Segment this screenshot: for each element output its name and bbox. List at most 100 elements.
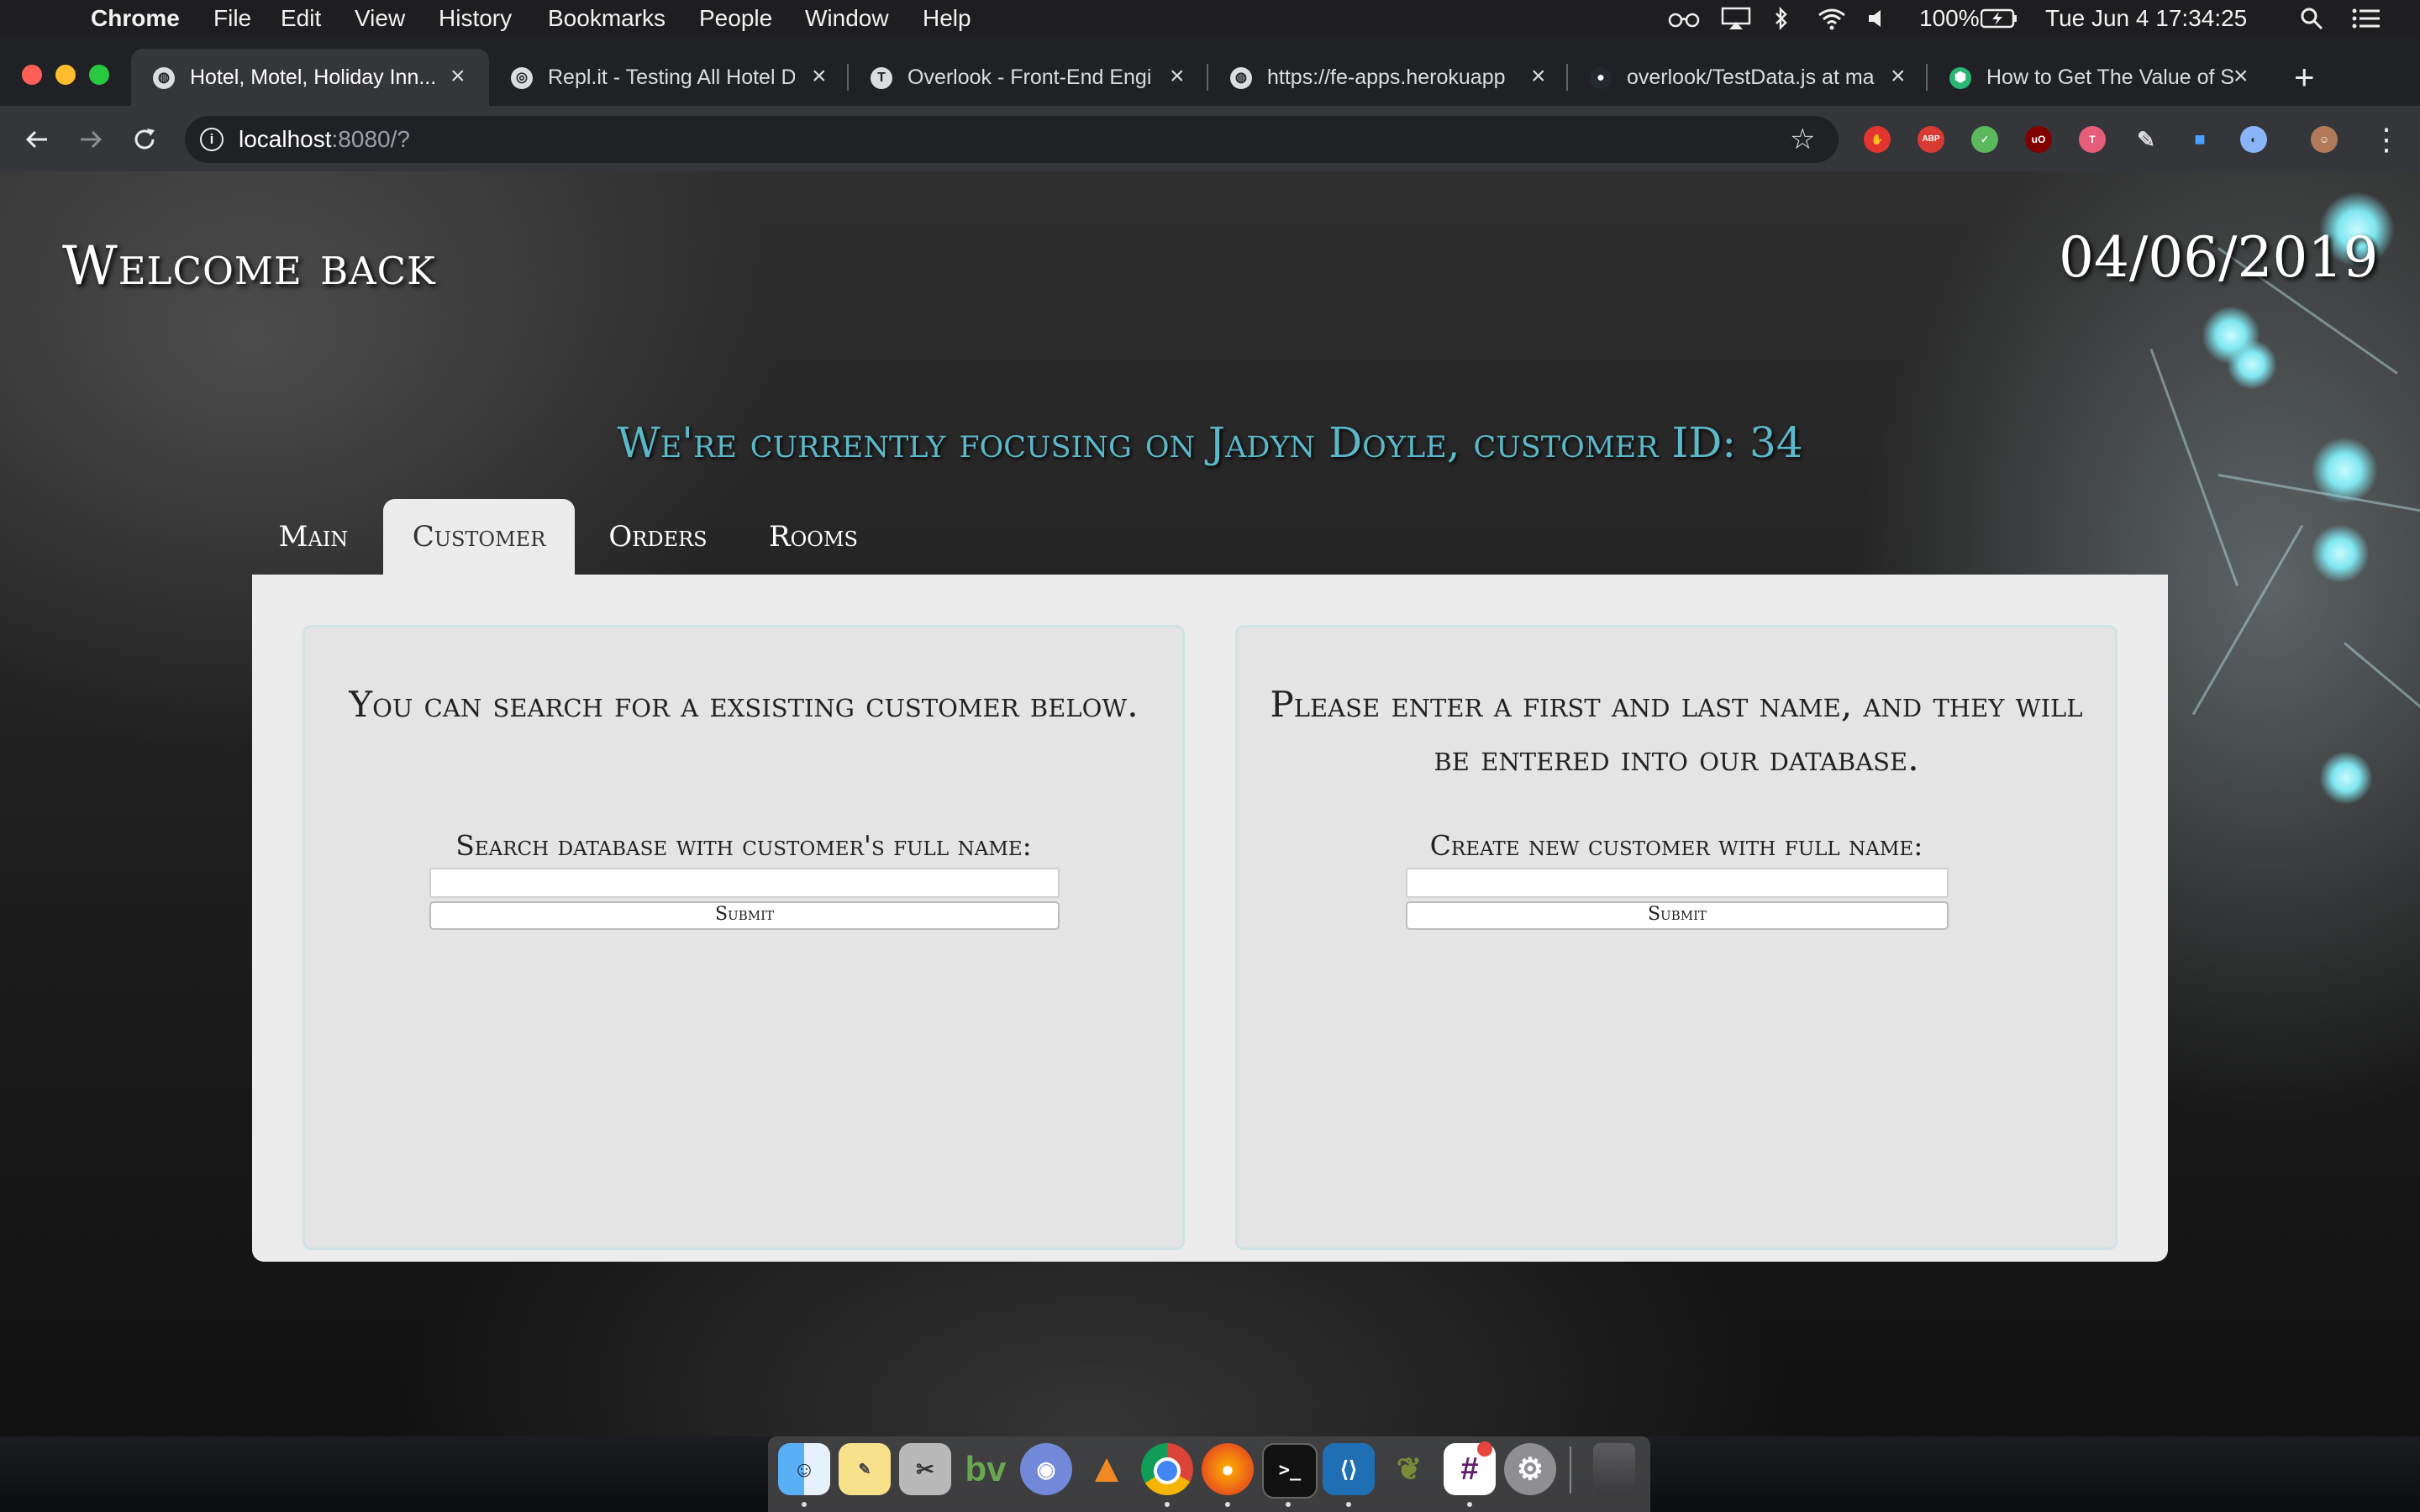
close-tab-icon[interactable]: × [2233, 62, 2249, 91]
tab-orders[interactable]: Orders [588, 499, 728, 575]
reading-glasses-icon[interactable] [1665, 7, 1702, 30]
reload-icon[interactable] [124, 119, 165, 160]
trash-icon[interactable] [1593, 1443, 1635, 1495]
zoom-window-button[interactable] [89, 65, 109, 85]
browser-tab[interactable]: T Overlook - Front-End Engi × [849, 49, 1207, 106]
create-customer-input[interactable] [1406, 868, 1949, 898]
background-network-line [2344, 642, 2420, 742]
tab-main[interactable]: Main [260, 499, 366, 575]
welcome-heading: Welcome back [62, 235, 436, 297]
airplay-icon[interactable] [1719, 7, 1753, 30]
shield-extension-icon[interactable]: ✓ [1971, 126, 1998, 153]
running-indicator [1346, 1502, 1351, 1507]
volume-icon[interactable] [1865, 7, 1891, 30]
forward-arrow-icon[interactable] [71, 119, 111, 160]
close-tab-icon[interactable]: × [1891, 62, 1906, 91]
running-indicator [1286, 1502, 1291, 1507]
replit-icon: ◎ [511, 67, 533, 89]
bookmark-star-icon[interactable]: ☆ [1790, 123, 1815, 156]
wifi-icon[interactable] [1815, 7, 1849, 30]
menu-help[interactable]: Help [923, 3, 971, 34]
finder-icon[interactable]: ☺ [778, 1443, 830, 1495]
browser-tab[interactable]: ◍ https://fe-apps.herokuapp × [1208, 49, 1566, 106]
menu-bookmarks[interactable]: Bookmarks [548, 3, 666, 34]
create-customer-card: Please enter a first and last name, and … [1235, 625, 2118, 1250]
bluetooth-icon[interactable] [1771, 7, 1791, 30]
menu-app-name[interactable]: Chrome [91, 3, 180, 34]
extension-circle-icon[interactable]: ◐ [2240, 126, 2267, 153]
globe-icon: ◍ [153, 67, 175, 89]
tab-title: Repl.it - Testing All Hotel D [548, 66, 795, 89]
profile-avatar[interactable]: ☺ [2311, 126, 2338, 153]
vlc-icon[interactable]: ▲ [1081, 1443, 1133, 1495]
menu-view[interactable]: View [355, 3, 405, 34]
ublock-stop-icon[interactable]: ✋ [1864, 126, 1891, 153]
menu-window[interactable]: Window [805, 3, 889, 34]
browser-tab[interactable]: ● overlook/TestData.js at ma × [1568, 49, 1926, 106]
create-submit-button[interactable]: Submit [1406, 901, 1949, 930]
background-glow [2311, 524, 2370, 583]
chrome-menu-icon[interactable]: ⋮ [2371, 121, 2402, 158]
site-info-icon[interactable]: i [200, 128, 224, 151]
menu-file[interactable]: File [213, 3, 251, 34]
terminal-icon[interactable]: >_ [1262, 1443, 1318, 1499]
system-preferences-gear-icon[interactable]: ⚙ [1504, 1443, 1556, 1495]
stickies-icon[interactable]: ✎ [839, 1443, 891, 1495]
menu-people[interactable]: People [699, 3, 772, 34]
close-tab-icon[interactable]: × [1170, 62, 1185, 91]
running-indicator [1225, 1502, 1230, 1507]
search-field-label: Search database with customer's full nam… [455, 829, 1032, 862]
url-text: localhost:8080/? [239, 125, 410, 154]
url-host: localhost [239, 126, 332, 152]
globe-icon: ◍ [1230, 67, 1252, 89]
tab-rooms[interactable]: Rooms [748, 499, 879, 575]
new-tab-plus-icon[interactable]: + [2294, 59, 2315, 96]
close-window-button[interactable] [22, 65, 42, 85]
bbedit-icon[interactable]: bv [960, 1443, 1012, 1495]
battery-charging-icon[interactable] [1980, 7, 2018, 30]
extension-square-icon[interactable]: ■ [2186, 126, 2213, 153]
dock-separator [1570, 1446, 1571, 1494]
vscode-icon[interactable]: ⟨⟩ [1323, 1443, 1375, 1495]
script-editor-icon[interactable]: ✂ [899, 1443, 951, 1495]
create-field-label: Create new customer with full name: [1429, 829, 1923, 862]
running-indicator [802, 1502, 807, 1507]
battery-percentage: 100% [1919, 5, 1980, 31]
current-date: 04/06/2019 [2059, 225, 2379, 290]
firefox-icon[interactable]: ● [1202, 1443, 1254, 1495]
running-indicator [1467, 1502, 1472, 1507]
browser-tab[interactable]: ⬢ How to Get The Value of S × [1928, 49, 2264, 106]
menu-bar: Chrome File Edit View History Bookmarks … [0, 0, 2420, 37]
running-indicator [1165, 1502, 1170, 1507]
background-network-line [2149, 348, 2239, 586]
close-tab-icon[interactable]: × [450, 62, 466, 91]
browser-tab[interactable]: ◎ Repl.it - Testing All Hotel D × [489, 49, 847, 106]
menu-edit[interactable]: Edit [281, 3, 321, 34]
growl-icon[interactable]: ❦ [1383, 1443, 1435, 1495]
close-tab-icon[interactable]: × [1531, 62, 1546, 91]
background-network-line [2191, 524, 2304, 716]
back-arrow-icon[interactable] [17, 119, 57, 160]
chrome-icon[interactable] [1141, 1443, 1193, 1495]
minimize-window-button[interactable] [55, 65, 76, 85]
menu-history[interactable]: History [439, 3, 512, 34]
notification-center-icon[interactable] [2349, 7, 2383, 30]
browser-tab-active[interactable]: ◍ Hotel, Motel, Holiday Inn... × [131, 49, 489, 106]
tab-title: overlook/TestData.js at ma [1627, 66, 1875, 89]
close-tab-icon[interactable]: × [812, 62, 827, 91]
search-submit-button[interactable]: Submit [429, 901, 1060, 930]
background-glow [2319, 751, 2373, 805]
extension-t-icon[interactable]: T [2079, 126, 2106, 153]
tab-title: Overlook - Front-End Engi [908, 66, 1152, 89]
tab-customer[interactable]: Customer [383, 499, 575, 575]
search-customer-input[interactable] [429, 868, 1060, 898]
discord-icon[interactable]: ◉ [1020, 1443, 1072, 1495]
menubar-clock[interactable]: Tue Jun 4 17:34:25 [2045, 3, 2247, 34]
adblock-plus-icon[interactable]: ABP [1918, 126, 1944, 153]
ublock-origin-icon[interactable]: uO [2025, 126, 2052, 153]
color-picker-icon[interactable]: ✎ [2133, 126, 2160, 153]
spotlight-search-icon[interactable] [2297, 7, 2326, 30]
url-path: :8080/? [331, 126, 410, 152]
background-glow [2227, 339, 2277, 390]
address-bar[interactable]: i localhost:8080/? ☆ [185, 116, 1839, 163]
